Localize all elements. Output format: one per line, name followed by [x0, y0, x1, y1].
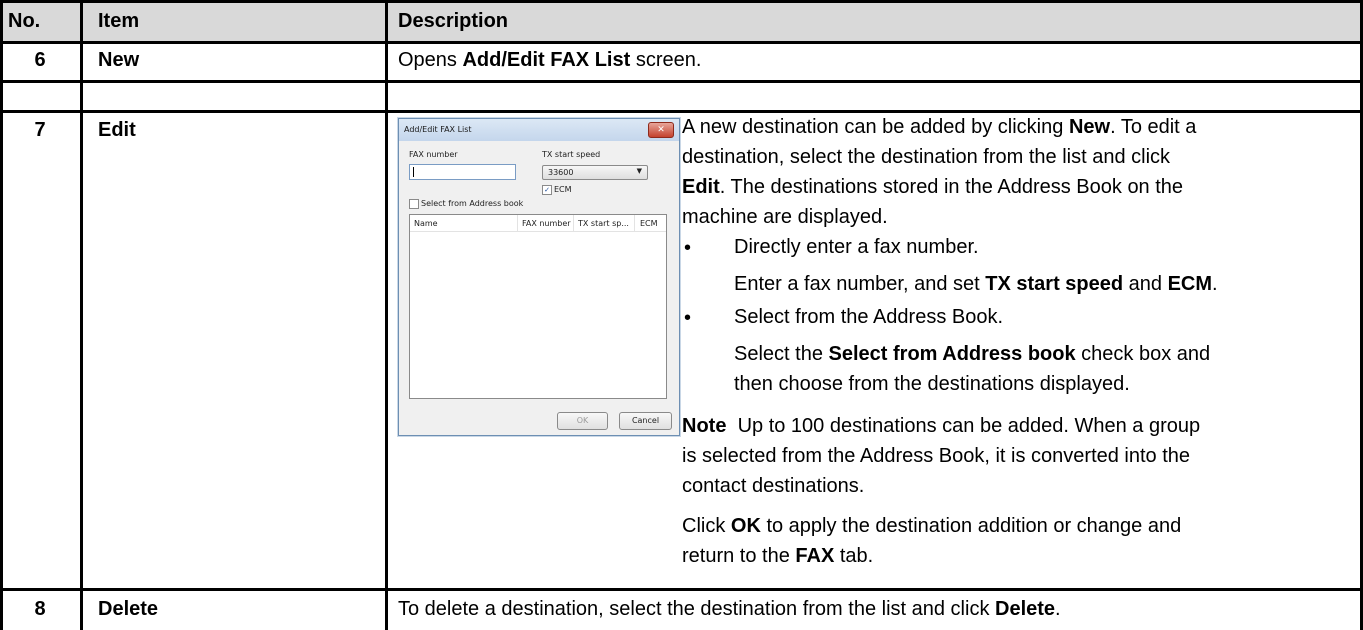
bullet-item: Directly enter a fax number. [734, 236, 979, 258]
close-icon[interactable]: ✕ [648, 122, 674, 138]
select-from-address-book-checkbox[interactable] [409, 199, 419, 209]
bullet-subtext: Enter a fax number, and set TX start spe… [734, 273, 1218, 295]
dialog-title-bar: Add/Edit FAX List ✕ [399, 119, 679, 141]
column-tx-start-speed[interactable]: TX start sp... [578, 219, 629, 228]
chevron-down-icon: ▼ [636, 167, 642, 175]
bullet: • [684, 237, 692, 259]
tx-start-speed-select[interactable]: 33600 ▼ [542, 165, 648, 180]
row-no: 6 [34, 49, 46, 71]
edit-description-paragraph: A new destination can be added by clicki… [682, 116, 1197, 228]
row-item: Delete [98, 598, 159, 620]
row-item: New [98, 49, 140, 71]
column-ecm[interactable]: ECM [640, 219, 658, 228]
ecm-checkbox[interactable]: ✓ [542, 185, 552, 195]
fax-number-input[interactable] [409, 164, 516, 180]
row-description: To delete a destination, select the dest… [398, 598, 1061, 620]
note-paragraph: Note Up to 100 destinations can be added… [682, 415, 1201, 497]
bullet-item: Select from the Address Book. [734, 306, 1004, 328]
ok-paragraph: Click OK to apply the destination additi… [682, 515, 1182, 567]
row-description: Opens Add/Edit FAX List screen. [398, 49, 702, 71]
bullet-subtext: Select the Select from Address book chec… [734, 343, 1211, 365]
column-fax-number[interactable]: FAX number [522, 219, 571, 228]
select-from-address-book-label: Select from Address book [421, 199, 524, 208]
add-edit-fax-list-dialog: Add/Edit FAX List ✕ FAX number TX start … [398, 118, 680, 436]
bullet: • [684, 307, 692, 329]
dialog-title: Add/Edit FAX List [404, 125, 472, 134]
ok-button[interactable]: OK [557, 412, 608, 430]
column-name[interactable]: Name [414, 219, 438, 228]
table-header-row [0, 0, 1363, 42]
destination-list[interactable]: Name FAX number TX start sp... ECM [409, 214, 667, 399]
list-header: Name FAX number TX start sp... ECM [410, 215, 666, 232]
row-no: 7 [34, 119, 46, 141]
bullet-subtext: then choose from the destinations displa… [734, 373, 1130, 395]
fax-number-label: FAX number [409, 150, 458, 159]
header-description: Description [398, 10, 509, 32]
cancel-button[interactable]: Cancel [619, 412, 672, 430]
row-item: Edit [98, 119, 136, 141]
ecm-label: ECM [554, 185, 572, 194]
row-no: 8 [34, 598, 46, 620]
header-no: No. [8, 10, 41, 32]
tx-start-speed-label: TX start speed [542, 150, 601, 159]
header-item: Item [98, 10, 140, 32]
